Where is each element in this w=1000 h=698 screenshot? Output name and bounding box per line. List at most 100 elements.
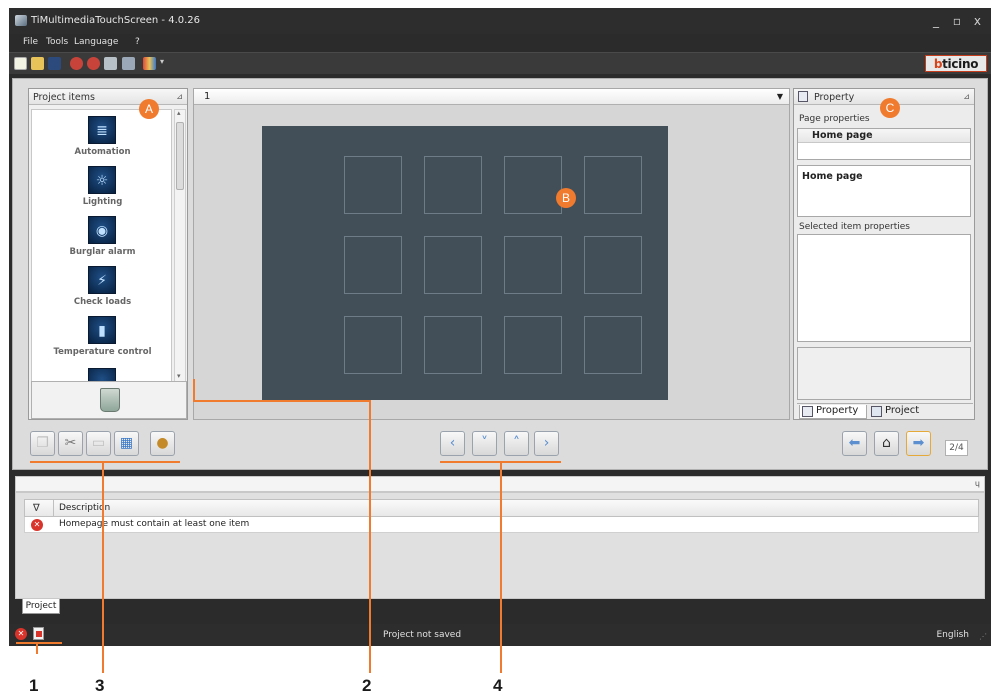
error-status-icon[interactable]: ✕: [15, 628, 27, 640]
minimize-button[interactable]: _: [933, 14, 939, 28]
automation-icon: ≣: [88, 116, 116, 144]
tab-property[interactable]: Property: [799, 405, 867, 419]
selected-item-properties-grid[interactable]: [797, 234, 971, 342]
property-tabs: Property Project: [797, 403, 973, 419]
project-items-header: Project items ⊿: [29, 89, 187, 105]
callout-number-3: 3: [95, 676, 105, 695]
grid-slot[interactable]: [424, 236, 482, 294]
home-button[interactable]: ⌂: [874, 431, 899, 456]
device-icon[interactable]: [104, 57, 117, 70]
menu-tools[interactable]: Tools: [46, 37, 68, 47]
grid-slot[interactable]: [344, 236, 402, 294]
callout-line-4-stem: [500, 461, 502, 673]
previous-page-button[interactable]: ⬅: [842, 431, 867, 456]
chevron-down-icon[interactable]: ▼: [777, 92, 783, 101]
check-loads-icon: ⚡: [88, 266, 116, 294]
scrollbar-thumb[interactable]: [176, 122, 184, 190]
move-up-button[interactable]: ˄: [504, 431, 529, 456]
callout-number-1: 1: [29, 676, 39, 695]
trash-drop-zone[interactable]: [31, 381, 187, 419]
page-name: Home page: [812, 130, 873, 141]
menu-help[interactable]: ?: [135, 37, 140, 47]
recycle-bin-icon: [100, 388, 120, 412]
filter-icon[interactable]: ∇: [33, 503, 40, 514]
open-folder-icon[interactable]: [31, 57, 44, 70]
callout-a: A: [139, 99, 159, 119]
page-counter: 2/4: [945, 440, 968, 456]
new-icon[interactable]: [14, 57, 27, 70]
grid-slot[interactable]: [424, 156, 482, 214]
paste-button[interactable]: ▭: [86, 431, 111, 456]
page-properties-grid[interactable]: Home page: [797, 128, 971, 160]
window-title: TiMultimediaTouchScreen - 4.0.26: [31, 15, 201, 26]
list-item-label: Temperature control: [53, 347, 152, 357]
page-select[interactable]: 1 ▼: [194, 89, 789, 105]
status-text: Project not saved: [383, 630, 462, 640]
menu-file[interactable]: File: [23, 37, 38, 47]
list-item-label: Check loads: [73, 297, 132, 307]
download-icon[interactable]: [87, 57, 100, 70]
save-icon[interactable]: [48, 57, 61, 70]
selected-item-properties-label: Selected item properties: [799, 222, 910, 232]
touchscreen-preview[interactable]: [262, 126, 668, 400]
move-right-button[interactable]: ›: [534, 431, 559, 456]
callout-c: C: [880, 98, 900, 118]
grid-slot[interactable]: [344, 156, 402, 214]
property-panel: Property ⊿ Page properties Home page Hom…: [793, 88, 975, 420]
upload-icon[interactable]: [70, 57, 83, 70]
grid-slot[interactable]: [504, 316, 562, 374]
list-item-label: Automation: [74, 147, 131, 157]
move-left-button[interactable]: ‹: [440, 431, 465, 456]
tab-project-bottom[interactable]: Project: [22, 599, 60, 614]
callout-line-3: [30, 461, 180, 463]
scroll-down-icon[interactable]: ▾: [177, 372, 181, 380]
selected-item-description-box: [797, 347, 971, 400]
callout-line-2-edge: [193, 379, 195, 401]
grid-slot[interactable]: [504, 236, 562, 294]
callout-line-1: [16, 642, 62, 644]
grid-slot[interactable]: [584, 236, 642, 294]
menu-language[interactable]: Language: [74, 37, 118, 47]
tab-project[interactable]: Project: [869, 405, 931, 419]
project-items-list: ≣ Automation ☼ Lighting ◉ Burglar alarm …: [31, 109, 172, 385]
list-item-label: Lighting: [82, 197, 123, 207]
project-icon: [871, 406, 882, 417]
property-title: Property: [814, 92, 855, 103]
bticino-logo: bticino: [925, 55, 987, 72]
list-item-label: Burglar alarm: [69, 247, 136, 257]
callout-line-1-stem: [36, 642, 38, 654]
menu-bar: File Tools Language ?: [9, 34, 991, 52]
grid-slot[interactable]: [504, 156, 562, 214]
language-indicator: English: [936, 630, 970, 640]
resize-grip-icon[interactable]: ⋰: [979, 632, 987, 641]
dropdown-arrow-icon[interactable]: ▾: [160, 57, 164, 66]
pin-icon[interactable]: ɥ: [975, 479, 980, 488]
maximize-button[interactable]: ▫: [953, 14, 961, 28]
callout-line-2-stem: [369, 400, 371, 673]
page-properties-label: Page properties: [799, 114, 870, 124]
next-page-button[interactable]: ➡: [906, 431, 931, 456]
page-description-box: Home page: [797, 165, 971, 217]
scrollbar[interactable]: ▴ ▾: [174, 109, 186, 385]
grid-slot[interactable]: [584, 156, 642, 214]
error-icon: ✕: [31, 519, 43, 531]
project-items-title: Project items: [33, 92, 95, 103]
grid-button[interactable]: ▦: [114, 431, 139, 456]
pin-icon[interactable]: ⊿: [176, 92, 183, 101]
copy-button[interactable]: ❐: [30, 431, 55, 456]
document-status-icon[interactable]: [33, 627, 44, 640]
cut-button[interactable]: ✂: [58, 431, 83, 456]
grid-slot[interactable]: [344, 316, 402, 374]
close-button[interactable]: x: [974, 14, 981, 28]
project-items-panel: Project items ⊿ ≣ Automation ☼ Lighting …: [28, 88, 188, 420]
property-icon: [798, 91, 808, 102]
grid-slot[interactable]: [424, 316, 482, 374]
palette-icon[interactable]: [143, 57, 156, 70]
grid-slot[interactable]: [584, 316, 642, 374]
palette-button[interactable]: ●: [150, 431, 175, 456]
move-down-button[interactable]: ˅: [472, 431, 497, 456]
message-text: Homepage must contain at least one item: [59, 519, 250, 529]
transfer-icon[interactable]: [122, 57, 135, 70]
scroll-up-icon[interactable]: ▴: [177, 109, 181, 117]
pin-icon[interactable]: ⊿: [963, 92, 970, 101]
